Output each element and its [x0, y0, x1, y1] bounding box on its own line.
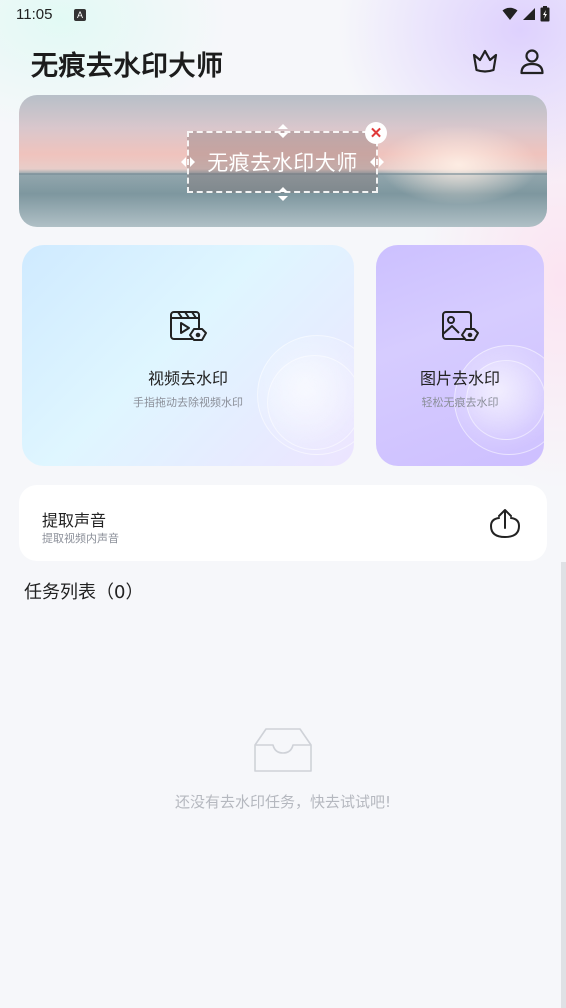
battery-icon: [540, 6, 550, 22]
extract-audio-row[interactable]: 提取声音 提取视频内声音: [19, 485, 547, 561]
close-icon: ✕: [365, 122, 387, 144]
empty-task-message: 还没有去水印任务，快去试试吧!: [174, 793, 391, 811]
video-watermark-card[interactable]: 视频去水印 手指拖动去除视频水印: [22, 245, 354, 466]
app-title: 无痕去水印大师: [31, 51, 224, 82]
status-icons: [502, 6, 550, 22]
resize-handle-top-icon: [278, 124, 288, 138]
signal-icon: [523, 8, 535, 20]
extract-audio-title: 提取声音: [42, 511, 107, 530]
watermark-selection-box: 无痕去水印大师: [187, 131, 378, 193]
resize-handle-right-icon: [370, 157, 384, 167]
watermark-text: 无痕去水印大师: [207, 151, 358, 175]
watermark-demo-banner: 无痕去水印大师 ✕: [19, 95, 547, 227]
scrollbar[interactable]: [561, 562, 566, 1008]
image-watermark-card[interactable]: 图片去水印 轻松无痕去水印: [376, 245, 544, 466]
video-card-subtitle: 手指拖动去除视频水印: [133, 396, 243, 409]
video-clapper-icon: [170, 311, 207, 341]
crown-icon[interactable]: [470, 46, 500, 76]
notification-badge: A: [74, 9, 86, 21]
image-card-subtitle: 轻松无痕去水印: [421, 396, 499, 409]
image-eraser-icon: [442, 311, 479, 341]
extract-audio-subtitle: 提取视频内声音: [42, 532, 119, 545]
image-card-title: 图片去水印: [419, 369, 500, 388]
resize-handle-left-icon: [181, 157, 195, 167]
resize-handle-bottom-icon: [278, 187, 288, 201]
status-bar: 11:05 A: [0, 0, 566, 30]
user-icon[interactable]: [517, 46, 547, 76]
wifi-icon: [502, 7, 518, 20]
upload-icon[interactable]: [489, 507, 521, 539]
empty-inbox-icon: [254, 728, 312, 772]
status-time: 11:05: [16, 6, 53, 23]
video-card-title: 视频去水印: [147, 369, 228, 388]
task-list-title: 任务列表（0）: [24, 582, 144, 603]
